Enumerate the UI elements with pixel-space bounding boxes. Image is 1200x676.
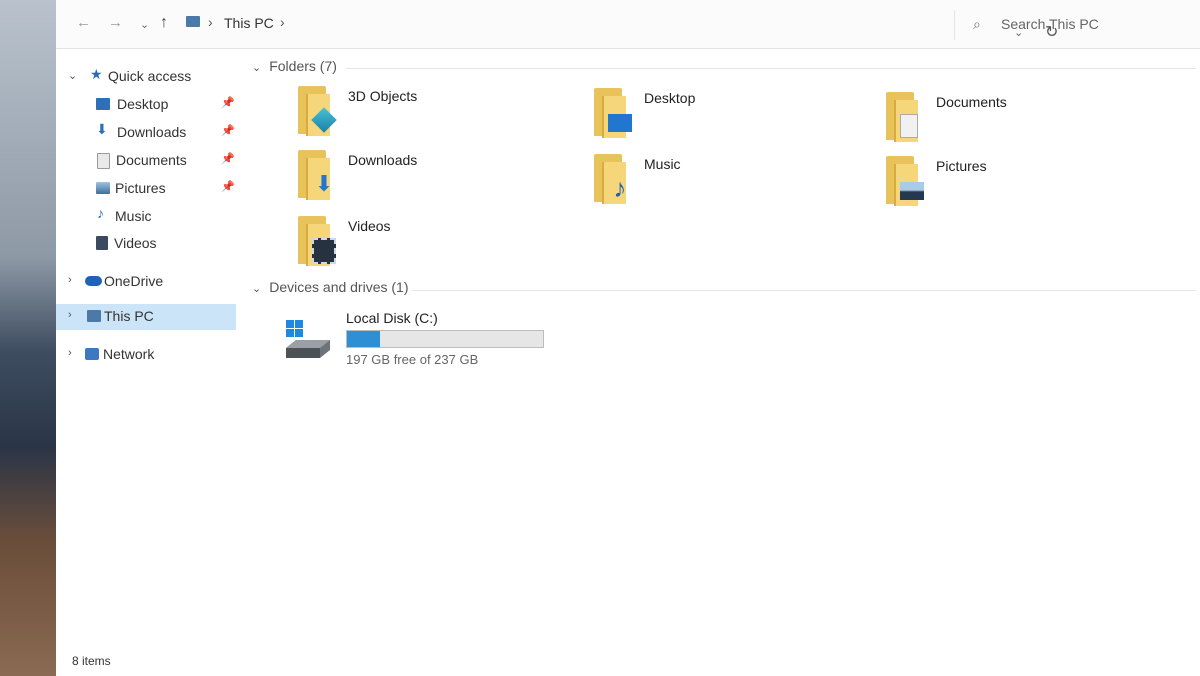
folder-icon	[296, 216, 340, 268]
folder-label: Downloads	[348, 152, 418, 168]
sidebar-item-label: OneDrive	[104, 273, 164, 289]
sidebar-item-label: Desktop	[117, 96, 169, 112]
folder-label: 3D Objects	[348, 88, 418, 104]
folder-label: Music	[644, 156, 681, 172]
chevron-right-icon[interactable]: ›	[68, 274, 72, 286]
sidebar-item-quick-access[interactable]: ⌄ ★ Quick access	[56, 64, 236, 90]
content-pane: ⌄ Folders (7) 3D Objects Desktop Document…	[246, 52, 1200, 652]
pin-icon[interactable]: 📌	[221, 180, 235, 193]
navigation-pane: ⌄ ★ Quick access Desktop 📌 ⬇ Downloads 📌…	[56, 48, 236, 648]
hard-drive-icon	[284, 320, 332, 360]
navigation-toolbar: ← → ⌄ ↑ › This PC › ⌄ ↻ ⌕ Search This PC	[56, 0, 1200, 49]
folder-documents[interactable]: Documents	[884, 92, 1164, 152]
status-bar-item-count: 8 items	[72, 654, 111, 668]
music-note-icon: ♪	[97, 205, 104, 221]
folder-downloads[interactable]: ⬇ Downloads	[296, 150, 576, 210]
this-pc-icon	[186, 16, 200, 27]
pin-icon[interactable]: 📌	[221, 96, 235, 109]
devices-group-header[interactable]: ⌄ Devices and drives (1)	[252, 279, 409, 295]
breadcrumb-chevron-icon[interactable]: ›	[280, 14, 285, 30]
network-icon	[85, 348, 99, 360]
sidebar-item-desktop[interactable]: Desktop 📌	[56, 92, 236, 118]
download-arrow-icon: ⬇	[96, 121, 108, 137]
group-divider	[346, 68, 1196, 69]
pin-icon[interactable]: 📌	[221, 124, 235, 137]
sidebar-item-label: Pictures	[115, 180, 166, 196]
folder-icon	[592, 88, 636, 140]
file-explorer-window: ← → ⌄ ↑ › This PC › ⌄ ↻ ⌕ Search This PC…	[56, 0, 1200, 676]
chevron-down-icon[interactable]: ⌄	[252, 283, 261, 295]
drive-free-space: 197 GB free of 237 GB	[346, 352, 479, 367]
folder-icon	[884, 92, 928, 144]
desktop-icon	[96, 98, 110, 110]
computer-icon	[87, 310, 101, 322]
search-icon: ⌕	[973, 16, 981, 32]
sidebar-item-this-pc[interactable]: › This PC	[56, 304, 236, 330]
folder-label: Desktop	[644, 90, 696, 106]
folder-label: Pictures	[936, 158, 987, 174]
devices-group-label: Devices and drives (1)	[269, 279, 409, 295]
folders-group-header[interactable]: ⌄ Folders (7)	[252, 58, 337, 74]
desktop-background	[0, 0, 56, 676]
folders-group-label: Folders (7)	[269, 58, 337, 74]
film-icon	[96, 236, 108, 250]
downloads-icon: ⬇	[314, 171, 334, 196]
folder-icon	[296, 86, 340, 138]
sidebar-item-onedrive[interactable]: › OneDrive	[56, 269, 236, 295]
folder-pictures[interactable]: Pictures	[884, 156, 1164, 216]
desktop-icon	[608, 114, 632, 132]
breadcrumb-chevron-icon[interactable]: ›	[208, 14, 213, 30]
sidebar-item-music[interactable]: ♪ Music	[56, 204, 236, 230]
sidebar-item-videos[interactable]: Videos	[56, 231, 236, 257]
sidebar-item-pictures[interactable]: Pictures 📌	[56, 176, 236, 202]
music-icon: ♪	[613, 173, 627, 203]
search-placeholder: Search This PC	[1001, 16, 1099, 32]
document-icon	[97, 153, 110, 169]
folder-icon: ⬇	[296, 150, 340, 202]
chevron-right-icon[interactable]: ›	[68, 347, 72, 359]
drive-label: Local Disk (C:)	[346, 310, 438, 326]
address-bar[interactable]: › This PC › ⌄ ↻	[180, 10, 1058, 41]
pin-icon[interactable]: 📌	[221, 152, 235, 165]
folder-music[interactable]: ♪ Music	[592, 154, 872, 214]
sidebar-item-label: Network	[103, 346, 155, 362]
folder-icon	[884, 156, 928, 208]
up-arrow-icon[interactable]: ↑	[160, 12, 168, 34]
drive-local-disk-c[interactable]: Local Disk (C:) 197 GB free of 237 GB	[284, 310, 704, 370]
folder-icon: ♪	[592, 154, 636, 206]
group-divider	[412, 290, 1196, 291]
folder-label: Documents	[936, 94, 1007, 110]
search-input[interactable]: ⌕ Search This PC	[954, 10, 1200, 40]
documents-icon	[900, 114, 918, 138]
pictures-icon	[96, 182, 110, 194]
sidebar-item-label: Quick access	[108, 68, 192, 84]
cloud-icon	[85, 276, 102, 286]
sidebar-item-downloads[interactable]: ⬇ Downloads 📌	[56, 120, 236, 146]
sidebar-item-label: Music	[115, 208, 152, 224]
chevron-right-icon[interactable]: ›	[68, 309, 72, 321]
chevron-down-icon[interactable]: ⌄	[68, 69, 77, 82]
drive-usage-bar	[346, 330, 544, 348]
sidebar-item-network[interactable]: › Network	[56, 342, 236, 368]
forward-arrow-icon[interactable]: →	[108, 12, 123, 34]
pictures-icon	[900, 182, 924, 200]
sidebar-item-label: Downloads	[117, 124, 187, 140]
sidebar-item-label: Documents	[116, 152, 187, 168]
sidebar-item-label: Videos	[114, 235, 157, 251]
folder-label: Videos	[348, 218, 391, 234]
folder-desktop[interactable]: Desktop	[592, 88, 872, 148]
back-arrow-icon[interactable]: ←	[76, 12, 91, 34]
folder-videos[interactable]: Videos	[296, 216, 576, 276]
star-icon: ★	[90, 66, 103, 82]
chevron-down-icon[interactable]: ⌄	[252, 62, 261, 74]
folder-3d-objects[interactable]: 3D Objects	[296, 86, 576, 146]
sidebar-item-documents[interactable]: Documents 📌	[56, 148, 236, 174]
breadcrumb-this-pc[interactable]: This PC	[224, 15, 274, 31]
drive-usage-fill	[347, 331, 381, 347]
videos-icon	[312, 238, 336, 264]
recent-locations-chevron-icon[interactable]: ⌄	[140, 14, 149, 36]
sidebar-item-label: This PC	[104, 308, 154, 324]
